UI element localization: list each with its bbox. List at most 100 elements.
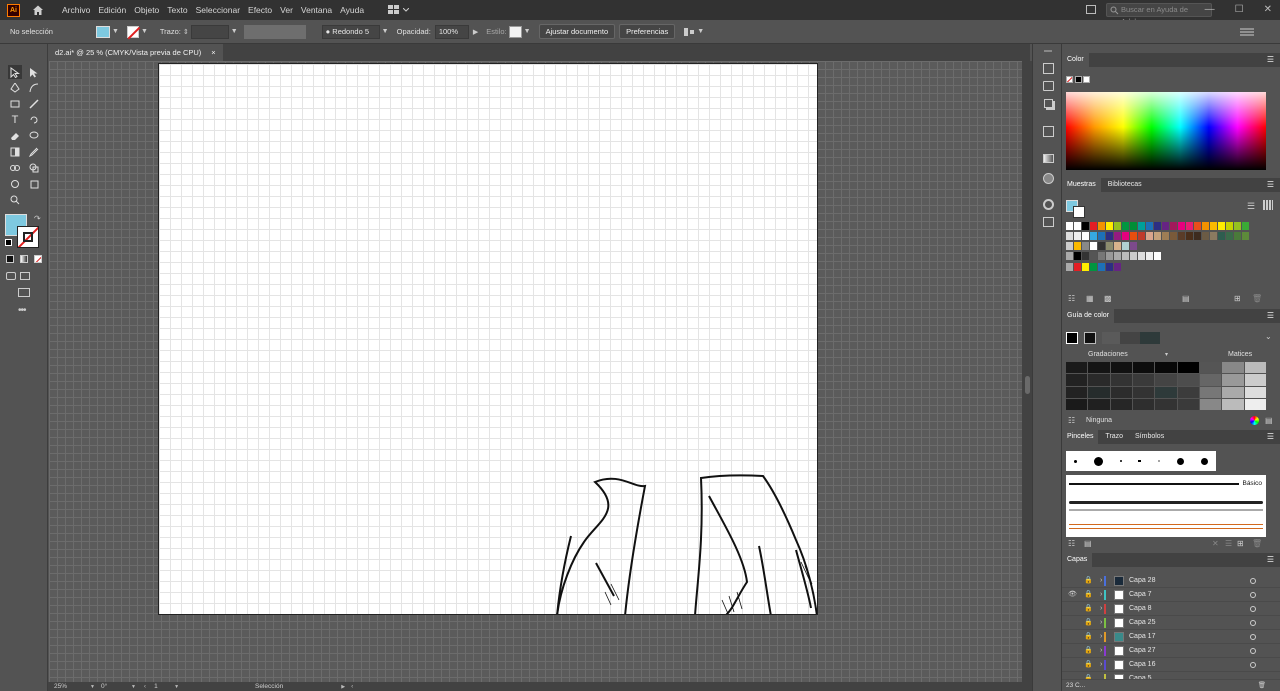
lock-icon[interactable]: 🔒 xyxy=(1084,602,1093,616)
stroke-tab[interactable]: Trazo xyxy=(1100,430,1128,444)
layer-row[interactable]: 🔒 › Capa 27 xyxy=(1062,644,1280,658)
status-menu-icon[interactable]: ▶ xyxy=(341,684,345,690)
lock-icon[interactable]: 🔒 xyxy=(1084,616,1093,630)
target-icon[interactable] xyxy=(1250,592,1256,598)
style-swatch[interactable] xyxy=(508,25,522,38)
eyedropper-tool-icon[interactable] xyxy=(27,145,41,159)
swatch-options-icon[interactable]: ▩ xyxy=(1104,294,1112,303)
appearance-icon[interactable] xyxy=(1043,199,1054,210)
target-icon[interactable] xyxy=(1250,606,1256,612)
more-tools-icon[interactable]: ••• xyxy=(18,305,26,316)
style-dropdown-icon[interactable]: ▼ xyxy=(524,28,531,35)
selection-tool-icon[interactable] xyxy=(8,65,22,79)
type-tool-icon[interactable]: T xyxy=(8,113,22,127)
maximize-icon[interactable]: ☐ xyxy=(1235,0,1244,20)
stroke-weight-dropdown-icon[interactable]: ▼ xyxy=(231,28,238,35)
gradient-panel-icon[interactable] xyxy=(1043,154,1054,163)
fill-dropdown-icon[interactable]: ▼ xyxy=(112,28,119,35)
menu-edicion[interactable]: Edición xyxy=(94,0,130,20)
guide-save-icon[interactable]: ▤ xyxy=(1265,416,1273,425)
brush-definition[interactable]: ● Redondo 5 ... xyxy=(321,24,380,48)
expand-icon[interactable]: › xyxy=(1100,630,1102,644)
adjust-document-button[interactable]: Ajustar documento xyxy=(538,24,616,39)
rectangle-tool-icon[interactable] xyxy=(8,97,22,111)
guide-secondary-color[interactable] xyxy=(1084,332,1096,344)
menu-efecto[interactable]: Efecto xyxy=(244,0,276,20)
eraser-tool-icon[interactable] xyxy=(8,129,22,143)
lock-icon[interactable]: 🔒 xyxy=(1084,574,1093,588)
stroke-color-swatch[interactable] xyxy=(17,226,39,248)
libraries-tab[interactable]: Bibliotecas xyxy=(1103,178,1147,192)
lasso-tool-icon[interactable] xyxy=(27,129,41,143)
stroke-stepper-icon[interactable]: ⇕ xyxy=(183,28,189,36)
swatch-libraries-icon[interactable]: ☷ xyxy=(1068,294,1075,303)
decorative-brush-stroke[interactable] xyxy=(1069,524,1263,529)
target-icon[interactable] xyxy=(1250,662,1256,668)
rotation-value[interactable]: 0° xyxy=(101,683,131,690)
align-dropdown-icon[interactable]: ▼ xyxy=(697,28,704,35)
panel-menu-icon[interactable] xyxy=(1240,27,1254,37)
new-color-group-icon[interactable]: ▤ xyxy=(1182,294,1190,303)
swatches-panel-menu-icon[interactable]: ☰ xyxy=(1267,178,1274,192)
lock-icon[interactable]: 🔒 xyxy=(1084,630,1093,644)
brush-tip-medium-dot-icon-2[interactable] xyxy=(1200,457,1208,465)
layers-icon[interactable] xyxy=(1044,99,1053,108)
calligraphic-brush-stroke[interactable] xyxy=(1069,509,1263,511)
brushes-panel-menu-icon[interactable]: ☰ xyxy=(1267,430,1274,444)
symbols-tab[interactable]: Símbolos xyxy=(1130,430,1169,444)
guide-harmony-dropdown-icon[interactable]: ⌄ xyxy=(1265,332,1272,341)
expand-icon[interactable]: › xyxy=(1100,574,1102,588)
swatch-kind-icon[interactable]: ▦ xyxy=(1086,294,1094,303)
preferences-button[interactable]: Preferencias xyxy=(619,24,676,39)
brush-remove-icon[interactable]: ✕ xyxy=(1212,539,1219,548)
paintbrush-tool-icon[interactable] xyxy=(27,97,41,111)
arrange-documents-button[interactable] xyxy=(388,5,410,15)
symbol-sprayer-tool-icon[interactable] xyxy=(8,177,22,191)
gradations-dropdown-icon[interactable]: ▾ xyxy=(1165,351,1168,358)
target-icon[interactable] xyxy=(1250,578,1256,584)
color-panel-menu-icon[interactable]: ☰ xyxy=(1267,53,1274,67)
expand-icon[interactable]: › xyxy=(1100,602,1102,616)
none-mode-icon[interactable] xyxy=(34,255,42,263)
libraries-icon[interactable] xyxy=(1043,81,1054,91)
delete-layer-icon[interactable]: 🗑 xyxy=(1258,680,1266,691)
grid-view-icon[interactable] xyxy=(1263,200,1273,210)
menu-ayuda[interactable]: Ayuda xyxy=(336,0,368,20)
menu-ver[interactable]: Ver xyxy=(276,0,297,20)
artboard-tool-icon[interactable] xyxy=(27,177,41,191)
swatches-tab[interactable]: Muestras xyxy=(1062,178,1101,192)
guide-base-color[interactable] xyxy=(1066,332,1078,344)
new-brush-icon[interactable]: ⊞ xyxy=(1237,539,1244,548)
color-white-swatch[interactable] xyxy=(1083,76,1090,83)
zoom-dropdown-icon[interactable]: ▼ xyxy=(90,684,95,690)
shape-builder-tool-icon[interactable] xyxy=(27,161,41,175)
new-swatch-icon[interactable]: ⊞ xyxy=(1234,294,1241,303)
menu-objeto[interactable]: Objeto xyxy=(130,0,163,20)
fill-swatch[interactable] xyxy=(96,25,110,38)
lock-icon[interactable]: 🔒 xyxy=(1084,672,1093,679)
layer-row[interactable]: 🔒 › Capa 8 xyxy=(1062,602,1280,616)
artboard-dropdown-icon[interactable]: ▼ xyxy=(174,684,179,690)
pen-tool-icon[interactable] xyxy=(8,81,22,95)
menu-archivo[interactable]: Archivo xyxy=(58,0,94,20)
layer-row[interactable]: 🔒 › Capa 17 xyxy=(1062,630,1280,644)
properties-icon[interactable] xyxy=(1043,63,1054,74)
screen-mode-icon[interactable] xyxy=(18,288,30,297)
draw-mode-icon[interactable] xyxy=(6,272,16,280)
expand-icon[interactable]: › xyxy=(1100,588,1102,602)
layer-row[interactable]: 🔒 › Capa 25 xyxy=(1062,616,1280,630)
delete-swatch-icon[interactable]: 🗑 xyxy=(1252,294,1262,303)
color-guide-menu-icon[interactable]: ☰ xyxy=(1267,309,1274,323)
gradient-tool-icon[interactable] xyxy=(8,145,22,159)
brushes-tab[interactable]: Pinceles xyxy=(1062,430,1099,444)
layers-tab[interactable]: Capas xyxy=(1062,553,1093,567)
menu-texto[interactable]: Texto xyxy=(163,0,191,20)
guide-color-wheel-icon[interactable] xyxy=(1250,416,1259,425)
transparency-icon[interactable] xyxy=(1043,173,1054,184)
swap-colors-icon[interactable]: ↷ xyxy=(34,214,41,223)
status-scroll-left-icon[interactable]: ‹ xyxy=(351,683,353,690)
menu-seleccionar[interactable]: Seleccionar xyxy=(192,0,244,20)
lock-icon[interactable]: 🔒 xyxy=(1084,644,1093,658)
artboard[interactable] xyxy=(158,63,818,615)
brush-tip-stroke-icon[interactable] xyxy=(1138,460,1142,462)
